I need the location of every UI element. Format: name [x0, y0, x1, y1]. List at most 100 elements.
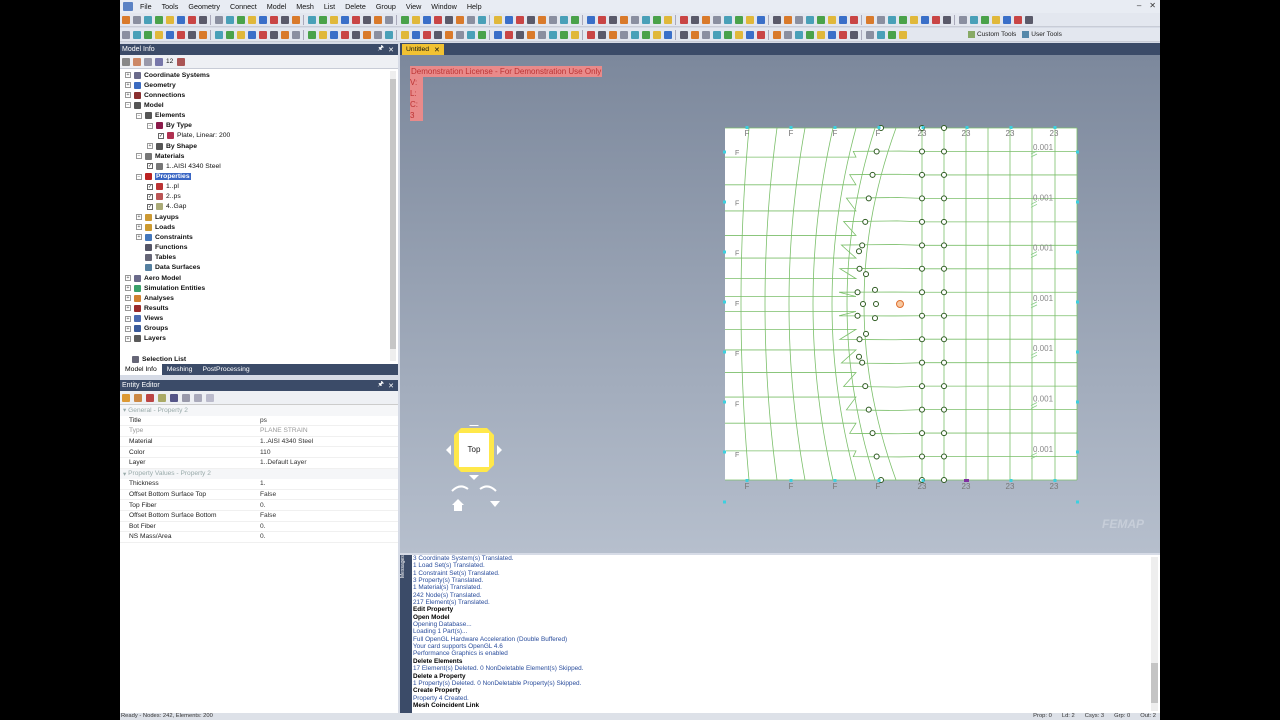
expand-toggle-icon[interactable]: − [147, 122, 153, 129]
expand-toggle-icon[interactable]: + [125, 295, 131, 302]
toolbar-tool-icon[interactable] [734, 15, 743, 24]
graphics-viewport[interactable]: Demonstration License - For Demonstratio… [400, 55, 1160, 553]
toolbar-tool-icon[interactable] [1002, 15, 1011, 24]
toolbar-tool-icon[interactable] [619, 15, 628, 24]
tree-item[interactable]: + Constraints [136, 232, 193, 242]
tree-item[interactable]: + Views [125, 314, 163, 324]
menu-view[interactable]: View [401, 2, 426, 11]
toolbar-tool-icon[interactable] [586, 30, 595, 39]
toolbar-tool-icon[interactable] [400, 15, 409, 24]
view-arrow-down-icon[interactable] [469, 475, 479, 480]
toolbar-tool-icon[interactable] [132, 15, 141, 24]
toolbar-tool-icon[interactable] [1024, 15, 1033, 24]
toolbar-tool-icon[interactable] [816, 30, 825, 39]
mesh-node[interactable] [859, 359, 866, 366]
toolbar-tool-icon[interactable] [827, 30, 836, 39]
toolbar-tool-icon[interactable] [679, 30, 688, 39]
toolbar-tool-icon[interactable] [701, 15, 710, 24]
lock-icon[interactable] [122, 393, 130, 402]
expand-toggle-icon[interactable]: + [125, 72, 131, 78]
toolbar-tool-icon[interactable] [329, 30, 338, 39]
toolbar-tool-icon[interactable] [165, 15, 174, 24]
visibility-checkbox[interactable]: ✓ [147, 183, 153, 190]
toolbar-tool-icon[interactable] [969, 15, 978, 24]
expand-toggle-icon[interactable]: − [136, 173, 142, 180]
toolbar-tool-icon[interactable] [619, 30, 628, 39]
toolbar-tool-icon[interactable] [652, 30, 661, 39]
tree-item[interactable]: + Coordinate Systems [125, 70, 210, 80]
toolbar-tool-icon[interactable] [794, 15, 803, 24]
tree-item[interactable]: − Model [125, 100, 164, 110]
mesh-node[interactable] [919, 406, 925, 413]
toolbar-tool-icon[interactable] [712, 30, 721, 39]
mesh-node[interactable] [873, 301, 879, 307]
expand-toggle-icon[interactable]: + [147, 143, 153, 150]
menu-geometry[interactable]: Geometry [183, 2, 225, 11]
mesh-node[interactable] [919, 430, 925, 437]
property-value[interactable]: PLANE STRAIN [260, 427, 308, 434]
property-value[interactable]: False [260, 491, 276, 498]
close-window-icon[interactable]: ✕ [1149, 1, 1156, 10]
toolbar-tool-icon[interactable] [515, 15, 524, 24]
mesh-node[interactable] [941, 477, 947, 483]
reset-icon[interactable] [146, 393, 154, 402]
tree-item[interactable]: + Geometry [125, 80, 176, 90]
toolbar-tool-icon[interactable] [712, 15, 721, 24]
mesh-node[interactable] [941, 289, 947, 296]
toolbar-tool-icon[interactable] [225, 15, 234, 24]
messages-scrollbar[interactable] [1151, 557, 1158, 711]
visibility-checkbox[interactable]: ✓ [158, 132, 164, 139]
tab-model-info[interactable]: Model Info [120, 364, 162, 375]
toolbar-tool-icon[interactable] [493, 30, 502, 39]
tree-item[interactable]: ✓ 4..Gap [147, 202, 186, 212]
menu-help[interactable]: Help [462, 2, 487, 11]
tree-item[interactable]: + Analyses [125, 293, 174, 303]
toolbar-tool-icon[interactable] [466, 30, 475, 39]
toolbar-tool-icon[interactable] [942, 15, 951, 24]
property-value[interactable]: 110 [260, 449, 271, 456]
toolbar-tool-icon[interactable] [143, 15, 152, 24]
toolbar-tool-icon[interactable] [898, 15, 907, 24]
tree-item[interactable]: + Loads [136, 222, 175, 232]
toolbar-tool-icon[interactable] [849, 30, 858, 39]
toolbar-tool-icon[interactable] [816, 15, 825, 24]
property-value[interactable]: 0. [260, 502, 266, 509]
mesh-node[interactable] [863, 271, 869, 278]
rotate-right-icon[interactable] [479, 485, 497, 492]
tree-item[interactable]: + Results [125, 303, 169, 313]
mesh-node[interactable] [856, 336, 863, 343]
toolbar-tool-icon[interactable] [909, 15, 918, 24]
expand-toggle-icon[interactable]: − [136, 112, 142, 119]
toolbar-tool-icon[interactable] [225, 30, 234, 39]
toolbar-tool-icon[interactable] [340, 30, 349, 39]
toolbar-tool-icon[interactable] [165, 30, 174, 39]
toolbar-tool-icon[interactable] [756, 15, 765, 24]
toolbar-tool-icon[interactable] [931, 15, 940, 24]
property-value[interactable]: 0. [260, 533, 266, 540]
toolbar-tool-icon[interactable] [515, 30, 524, 39]
mesh-node[interactable] [919, 148, 925, 155]
toolbar-tool-icon[interactable] [329, 15, 338, 24]
toolbar-tool-icon[interactable] [477, 15, 486, 24]
toolbar-tool-icon[interactable] [690, 15, 699, 24]
toolbar-tool-icon[interactable] [537, 30, 546, 39]
menu-delete[interactable]: Delete [340, 2, 371, 11]
toolbar-tool-icon[interactable] [734, 30, 743, 39]
mesh-node[interactable] [856, 248, 862, 255]
property-row[interactable]: Top Fiber 0. [120, 500, 398, 511]
property-value[interactable]: ps [260, 417, 267, 424]
toolbar-tool-icon[interactable] [723, 30, 732, 39]
toolbar-tool-icon[interactable] [422, 30, 431, 39]
toolbar-tool-icon[interactable] [805, 30, 814, 39]
view-arrow-right-icon[interactable] [497, 445, 502, 455]
expand-toggle-icon[interactable]: + [136, 214, 142, 221]
view-menu-icon[interactable] [490, 501, 500, 507]
toolbar-tool-icon[interactable] [608, 15, 617, 24]
toolbar-tool-icon[interactable] [269, 30, 278, 39]
visibility-checkbox[interactable]: ✓ [147, 203, 153, 210]
toolbar-tool-icon[interactable] [991, 15, 1000, 24]
mesh-node[interactable] [941, 265, 947, 272]
toolbar-tool-icon[interactable] [291, 15, 300, 24]
toolbar-tool-icon[interactable] [652, 15, 661, 24]
expand-toggle-icon[interactable]: + [125, 82, 131, 89]
